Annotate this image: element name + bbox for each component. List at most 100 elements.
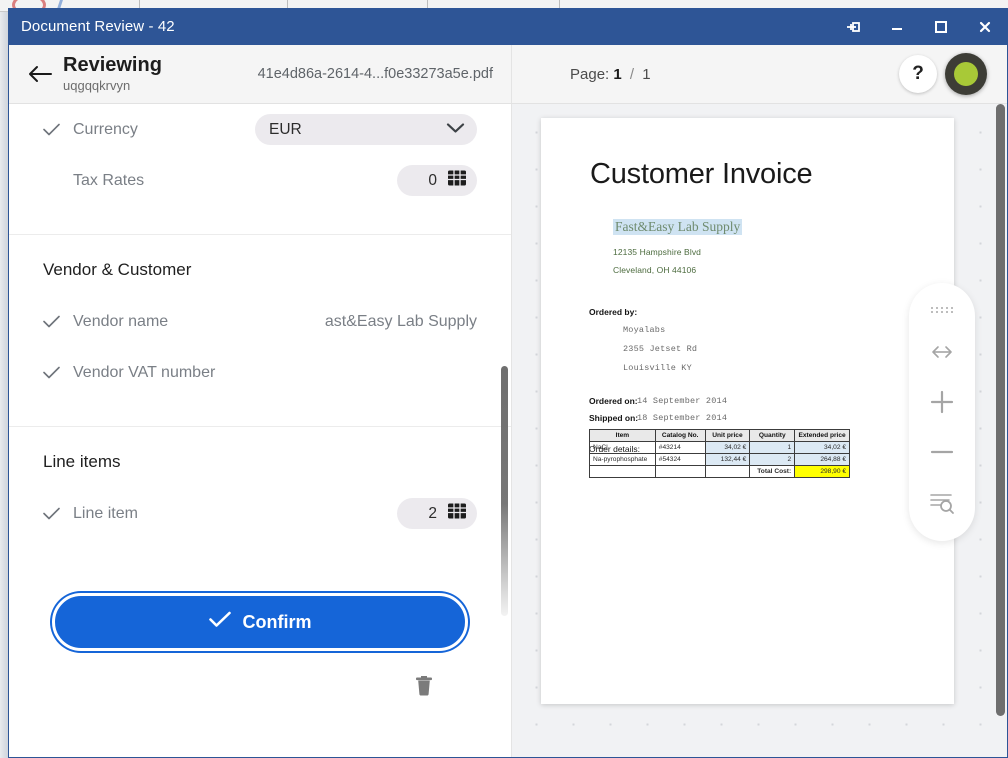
table-header-row: Item Catalog No. Unit price Quantity Ext… (590, 430, 850, 442)
field-currency[interactable]: Currency EUR (43, 104, 477, 155)
confirm-button-label: Confirm (243, 612, 312, 633)
cell-total-label: Total Cost: (750, 466, 795, 478)
form-section-general: Currency EUR Tax Rates (9, 104, 511, 235)
field-label-line-item: Line item (73, 505, 138, 523)
invoice-ordered-by-1: 2355 Jetset Rd (623, 344, 697, 354)
review-title-group: Reviewing uqgqqkrvyn (63, 54, 162, 94)
viewer-header: Page: 1 / 1 ? (512, 45, 1007, 103)
window-title: Document Review - 42 (21, 18, 175, 35)
invoice-ordered-by-2: Louisville KY (623, 363, 692, 373)
currency-value: EUR (269, 121, 302, 139)
field-control-line-item: 2 (138, 498, 477, 529)
field-vendor-vat-number[interactable]: Vendor VAT number (43, 347, 477, 398)
cell-catalog-no: #43214 (655, 442, 705, 454)
text-search-icon[interactable] (909, 477, 975, 527)
table-row[interactable]: NaCl #43214 34,02 € 1 34,02 € (590, 442, 850, 454)
table-header-quantity: Quantity (750, 430, 795, 442)
drag-handle-icon[interactable] (909, 293, 975, 327)
avatar[interactable] (945, 53, 987, 95)
invoice-ordered-by-label: Ordered by: (589, 307, 637, 317)
cell-empty (655, 466, 705, 478)
section-spacer (43, 206, 477, 234)
trash-icon[interactable] (413, 673, 435, 702)
cell-extended-price: 34,02 € (795, 442, 850, 454)
vendor-name-value[interactable]: ast&Easy Lab Supply (325, 313, 477, 331)
form-section-vendor-customer: Vendor & Customer Vendor name ast&Easy L… (9, 235, 511, 427)
field-line-item[interactable]: Line item 2 (43, 488, 477, 539)
cell-item: NaCl (590, 442, 656, 454)
document-page[interactable]: Customer Invoice Fast&Easy Lab Supply 12… (541, 118, 954, 704)
avatar-status-dot (954, 62, 978, 86)
page-title: Reviewing (63, 54, 162, 76)
invoice-ordered-on-label: Ordered on: (589, 396, 638, 406)
tax-rates-counter[interactable]: 0 (397, 165, 477, 196)
header-actions: ? (899, 53, 987, 95)
section-spacer (43, 398, 477, 426)
drag-dots (931, 307, 954, 313)
page-indicator: Page: 1 / 1 (570, 66, 651, 83)
cell-extended-price: 264,88 € (795, 454, 850, 466)
cell-quantity: 2 (750, 454, 795, 466)
review-subtitle: uqgqqkrvyn (63, 77, 162, 94)
page-separator: / (630, 66, 634, 83)
check-icon (43, 123, 73, 136)
table-row[interactable]: Na-pyrophosphate #54324 132,44 € 2 264,8… (590, 454, 850, 466)
page-current[interactable]: 1 (613, 66, 621, 83)
field-label-currency: Currency (73, 121, 138, 139)
check-icon (43, 366, 73, 379)
table-header-extended-price: Extended price (795, 430, 850, 442)
field-label-vendor-name: Vendor name (73, 313, 168, 331)
arrow-left-icon[interactable] (17, 64, 63, 84)
field-tax-rates[interactable]: Tax Rates 0 (43, 155, 477, 206)
invoice-shipped-on-label: Shipped on: (589, 413, 638, 423)
field-control-vendor-name: ast&Easy Lab Supply (168, 313, 477, 331)
fit-width-icon[interactable] (909, 327, 975, 377)
review-header: Reviewing uqgqqkrvyn 41e4d86a-2614-4...f… (9, 45, 512, 103)
chevron-down-icon (446, 121, 465, 139)
invoice-address-line-2: Cleveland, OH 44106 (613, 265, 696, 275)
invoice-ordered-by-0: Moyalabs (623, 325, 665, 335)
pin-icon[interactable] (831, 8, 875, 45)
section-title-line-items: Line items (43, 427, 477, 476)
line-item-counter[interactable]: 2 (397, 498, 477, 529)
viewer-scrollbar[interactable] (994, 104, 1007, 757)
minimize-icon[interactable] (875, 8, 919, 45)
invoice-ordered-on-value: 14 September 2014 (637, 396, 727, 406)
sub-header: Reviewing uqgqqkrvyn 41e4d86a-2614-4...f… (9, 45, 1007, 104)
title-bar: Document Review - 42 (9, 8, 1007, 45)
check-icon (209, 611, 231, 633)
maximize-icon[interactable] (919, 8, 963, 45)
tax-rates-count: 0 (428, 172, 437, 190)
viewer-scrollbar-thumb[interactable] (996, 104, 1005, 716)
invoice-title: Customer Invoice (590, 158, 812, 191)
invoice-table[interactable]: Item Catalog No. Unit price Quantity Ext… (589, 429, 850, 478)
form-section-line-items: Line items Line item 2 (9, 427, 511, 539)
document-viewer[interactable]: Customer Invoice Fast&Easy Lab Supply 12… (512, 104, 1007, 757)
currency-select[interactable]: EUR (255, 114, 477, 145)
table-header-unit-price: Unit price (705, 430, 750, 442)
invoice-address-line-1: 12135 Hampshire Blvd (613, 247, 701, 257)
zoom-in-icon[interactable] (909, 377, 975, 427)
field-label-vendor-vat-number: Vendor VAT number (73, 364, 215, 382)
help-button[interactable]: ? (899, 55, 937, 93)
field-control-currency: EUR (138, 114, 477, 145)
form-scrollbar-thumb[interactable] (501, 366, 508, 616)
close-icon[interactable] (963, 8, 1007, 45)
table-total-row: Total Cost: 298,90 € (590, 466, 850, 478)
table-grid-icon (447, 502, 467, 525)
form-scrollbar[interactable] (501, 104, 508, 757)
cell-quantity: 1 (750, 442, 795, 454)
section-title-vendor-customer: Vendor & Customer (43, 235, 477, 284)
field-label-tax-rates: Tax Rates (73, 172, 144, 190)
cell-empty (705, 466, 750, 478)
invoice-vendor-name[interactable]: Fast&Easy Lab Supply (613, 219, 742, 235)
main-body: Currency EUR Tax Rates (9, 104, 1007, 757)
field-vendor-name[interactable]: Vendor name ast&Easy Lab Supply (43, 296, 477, 347)
page-label: Page: (570, 66, 609, 83)
confirm-button[interactable]: Confirm (52, 593, 468, 651)
table-header-catalog-no: Catalog No. (655, 430, 705, 442)
delete-row (43, 651, 477, 702)
application-window: Document Review - 42 (8, 8, 1008, 758)
zoom-out-icon[interactable] (909, 427, 975, 477)
table-grid-icon (447, 169, 467, 192)
